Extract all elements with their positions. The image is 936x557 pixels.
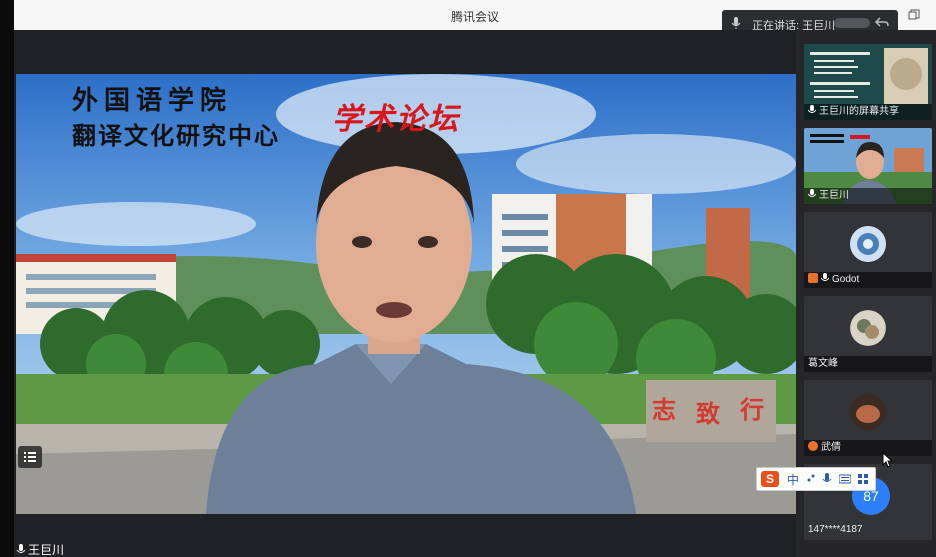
mic-icon [16, 544, 26, 553]
meeting-window: 腾讯会议 正在讲话: 王巨川 志 致 行 外国语学院 翻译文化研究中心 学术论坛… [0, 0, 936, 557]
blurred-wave-icon [834, 18, 870, 28]
mic-icon [821, 273, 829, 281]
banner-center-name: 翻译文化研究中心 [72, 121, 280, 150]
participant-name: 葛文峰 [808, 358, 838, 369]
window-edge [0, 0, 14, 557]
phone-participant-label: 147****4187 [808, 524, 863, 535]
stone-char-2: 致 [696, 399, 721, 428]
mic-icon [731, 17, 741, 29]
avatar [850, 394, 886, 430]
participant-label: 武倩 [804, 440, 932, 456]
restore-window-icon[interactable] [908, 9, 920, 21]
speaker-name: 王巨川 [28, 543, 65, 557]
punctuation-icon[interactable] [805, 472, 817, 486]
participant-name: 王巨川的屏幕共享 [819, 106, 899, 117]
participant-name: Godot [832, 274, 860, 285]
banner-college-name: 外国语学院 [72, 86, 233, 116]
list-icon [24, 452, 36, 462]
participant-name: 王巨川 [819, 190, 849, 201]
mic-icon[interactable] [821, 472, 833, 486]
participant-tile-screen-share[interactable]: 王巨川的屏幕共享 [804, 44, 932, 120]
participant-tile-avatar[interactable]: Godot [804, 212, 932, 288]
participant-tile-video[interactable]: 王巨川 [804, 128, 932, 204]
participant-label: 王巨川的屏幕共享 [804, 104, 932, 120]
toolbox-icon[interactable] [857, 472, 869, 486]
user-icon [808, 273, 818, 283]
avatar-image [850, 226, 886, 262]
participant-label: 葛文峰 [804, 356, 932, 372]
avatar-image [850, 310, 886, 346]
mic-icon [808, 105, 816, 113]
participant-name: 武倩 [821, 442, 841, 453]
avatar [850, 226, 886, 262]
participant-label: Godot [804, 272, 932, 288]
sogou-logo-icon[interactable]: S [761, 471, 779, 487]
ime-toolbar[interactable]: S 中 [756, 467, 876, 491]
keyboard-icon[interactable] [839, 472, 851, 486]
avatar-image [850, 394, 886, 430]
speaker-name-tag: 王巨川 [16, 541, 64, 557]
stone-char-3: 行 [739, 395, 764, 424]
member-list-button[interactable] [18, 446, 42, 468]
participant-tile-avatar[interactable]: 葛文峰 [804, 296, 932, 372]
mouse-cursor-icon [882, 452, 894, 468]
ime-mode[interactable]: 中 [787, 471, 799, 488]
stone-char-1: 志 [652, 395, 676, 424]
banner-forum-title: 学术论坛 [332, 102, 460, 137]
reply-arrow-icon[interactable] [874, 15, 890, 31]
main-video[interactable]: 志 致 行 外国语学院 翻译文化研究中心 学术论坛 [16, 74, 796, 514]
mic-icon [808, 189, 816, 197]
participant-label: 王巨川 [804, 188, 932, 204]
participant-tile-avatar[interactable]: 武倩 [804, 380, 932, 456]
user-icon [808, 441, 818, 451]
avatar [850, 310, 886, 346]
